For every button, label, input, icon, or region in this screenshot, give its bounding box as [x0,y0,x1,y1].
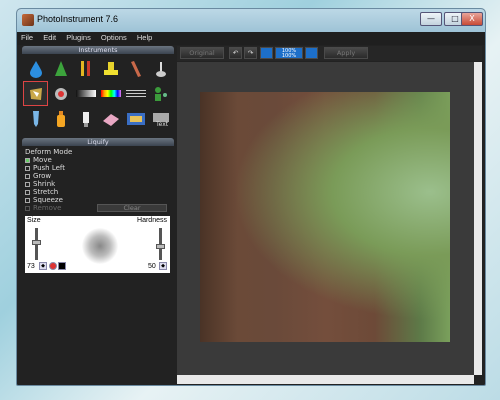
apply-button[interactable]: Apply [324,47,368,59]
brush-pencil-icon[interactable] [73,56,98,81]
size-spin-icon[interactable]: ◆ [39,262,47,270]
hardness-spin-icon[interactable]: ◆ [159,262,167,270]
checkbox[interactable] [25,181,30,187]
app-icon [22,14,34,26]
size-slider[interactable] [32,228,41,260]
brush-settings: Size Hardness 73 ◆ 50 ◆ [25,216,170,273]
zoom-bottom: 100% [281,53,297,59]
zoom-in-icon[interactable] [260,47,273,59]
option-squeeze[interactable]: Squeeze [25,196,171,204]
checkbox[interactable] [25,197,30,203]
text-icon[interactable]: Text [148,106,173,131]
instruments-header: Instruments [22,46,174,54]
option-move[interactable]: Move [25,156,171,164]
redo-icon[interactable]: ↷ [244,47,257,59]
image-canvas[interactable] [177,62,474,375]
menu-plugins[interactable]: Plugins [62,32,95,43]
size-label: Size [27,217,41,224]
vertical-scrollbar[interactable] [474,62,482,375]
instruments-panel: Instruments Text [22,46,174,136]
eraser-icon[interactable] [98,106,123,131]
spoon-icon[interactable] [148,56,173,81]
window-title: PhotoInstrument 7.6 [37,14,119,24]
water-drop-icon[interactable] [23,56,48,81]
record-icon[interactable] [48,81,73,106]
option-stretch[interactable]: Stretch [25,188,171,196]
menu-bar: File Edit Plugins Options Help [17,32,485,45]
option-label: Move [33,156,52,164]
top-toolbar: Original ↶ ↷ 100% 100% Apply [177,46,482,61]
option-label: Shrink [33,180,56,188]
color-dot-icon[interactable] [49,262,57,270]
option-label: Push Left [33,164,66,172]
checkbox[interactable] [25,173,30,179]
option-push-left[interactable]: Push Left [25,164,171,172]
liquify-header: Liquify [22,138,174,146]
stamp-icon[interactable] [98,56,123,81]
checkbox [25,205,30,211]
photo [200,92,450,342]
option-label: Stretch [33,188,59,196]
hardness-slider-handle[interactable] [156,244,165,249]
undo-icon[interactable]: ↶ [229,47,242,59]
pencil-icon[interactable] [123,56,148,81]
checkbox[interactable] [25,157,30,163]
liquify-icon[interactable] [23,81,48,106]
minimize-button[interactable]: — [420,12,442,26]
text-icon-label: Text [155,121,169,128]
hardness-value[interactable]: 50 [148,263,156,270]
menu-file[interactable]: File [17,32,37,43]
menu-edit[interactable]: Edit [39,32,60,43]
option-label: Grow [33,172,52,180]
option-label: Remove [33,204,62,212]
close-button[interactable]: X [461,12,483,26]
people-icon[interactable] [148,81,173,106]
gradient-bar-icon[interactable] [73,81,98,106]
picture-icon[interactable] [123,106,148,131]
black-swatch-icon[interactable] [58,262,66,270]
liquify-panel: Liquify Deform Mode Move Push Left Grow … [22,138,174,278]
size-value[interactable]: 73 [27,263,35,270]
hardness-slider[interactable] [156,228,165,260]
bottle-icon[interactable] [48,106,73,131]
hardness-label: Hardness [137,217,167,224]
option-shrink[interactable]: Shrink [25,180,171,188]
checkbox[interactable] [25,165,30,171]
title-bar[interactable]: PhotoInstrument 7.6 — □ X [17,9,485,32]
deform-mode-label: Deform Mode [25,148,73,156]
tube-icon[interactable] [23,106,48,131]
zoom-out-icon[interactable] [305,47,318,59]
menu-options[interactable]: Options [97,32,131,43]
option-label: Squeeze [33,196,63,204]
rainbow-bar-icon[interactable] [98,81,123,106]
original-button[interactable]: Original [180,47,224,59]
light-icon[interactable] [73,106,98,131]
zoom-level[interactable]: 100% 100% [275,47,303,59]
lines-icon[interactable] [123,81,148,106]
size-slider-handle[interactable] [32,240,41,245]
brush-preview [82,228,118,264]
clear-button[interactable]: Clear [97,204,167,212]
checkbox[interactable] [25,189,30,195]
app-window: PhotoInstrument 7.6 — □ X File Edit Plug… [16,8,486,386]
option-grow[interactable]: Grow [25,172,171,180]
horizontal-scrollbar[interactable] [177,375,474,384]
cone-icon[interactable] [48,56,73,81]
menu-help[interactable]: Help [133,32,156,43]
left-panel: Instruments Text Liquify Deform Mode Mov… [22,46,174,384]
